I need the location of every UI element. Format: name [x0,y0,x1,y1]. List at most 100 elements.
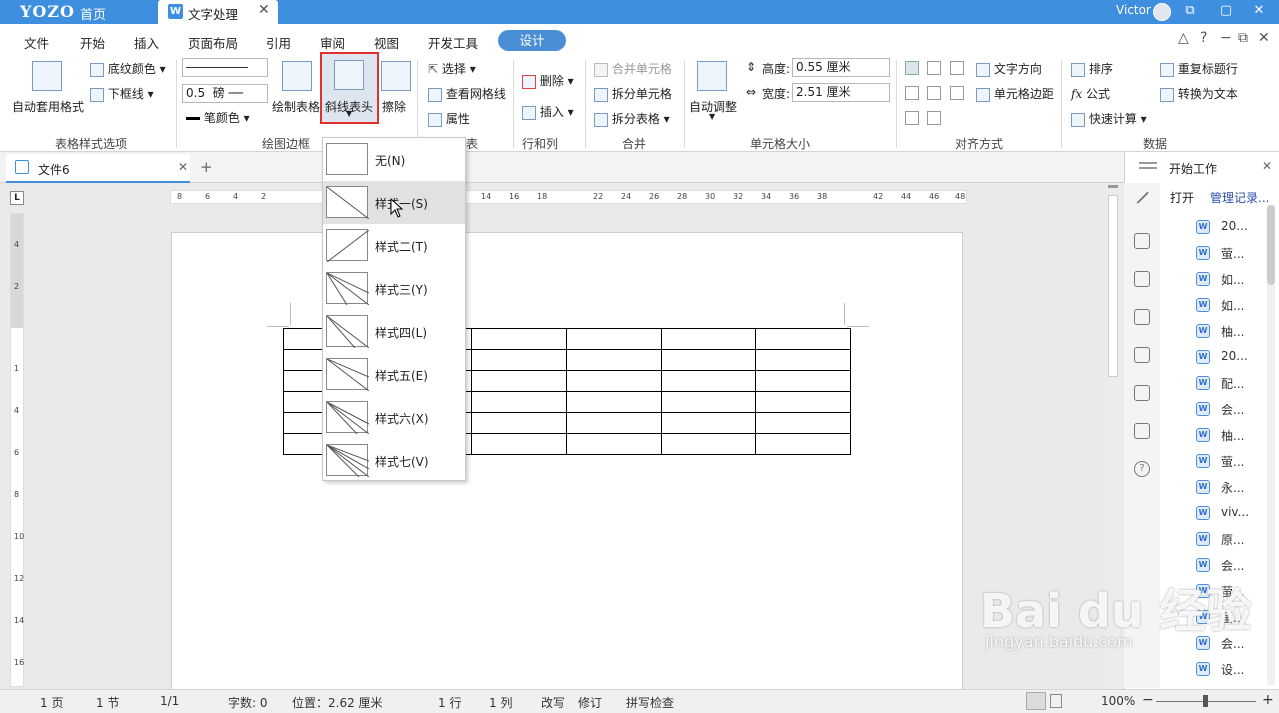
help-icon[interactable]: ? [1200,30,1207,46]
table-cell[interactable] [755,349,851,371]
horizontal-ruler[interactable]: 8 6 4 2 14 16 18 22 24 26 28 30 32 34 36… [170,190,967,204]
user-name[interactable]: Victor [1116,3,1151,17]
document-page[interactable] [171,232,963,692]
table-cell[interactable] [566,328,662,350]
pen-icon[interactable] [1134,189,1150,205]
draw-table-icon[interactable] [282,61,312,91]
convert-to-text-button[interactable]: 转换为文本 [1160,85,1238,102]
insert-button[interactable]: 插入 ▾ [522,103,574,120]
zoom-slider-thumb[interactable] [1203,695,1208,707]
table-style-icon[interactable] [32,61,62,91]
draw-table-button[interactable]: 绘制表格 [272,98,320,115]
recent-file-item[interactable]: W 柚... [1196,323,1244,340]
recent-file-item[interactable]: W 20... [1196,349,1248,364]
table-cell[interactable] [661,433,756,455]
menu-file[interactable]: 文件 [24,33,49,52]
menu-item-none[interactable]: 无(N) [323,138,465,181]
panel-menu-icon[interactable] [1139,162,1157,164]
recent-file-item[interactable]: W 永... [1196,479,1244,496]
merge-cells-button[interactable]: 合并单元格 [594,60,672,77]
recent-file-item[interactable]: W 萤... [1196,453,1244,470]
cell-margin-button[interactable]: 单元格边距 [976,85,1054,102]
table-cell[interactable] [471,391,567,413]
menu-home[interactable]: 开始 [80,33,105,52]
erase-button[interactable]: 擦除 [382,98,406,115]
recent-file-item[interactable]: W 设... [1196,661,1244,678]
height-input[interactable]: 0.55 厘米 [792,58,890,77]
text-direction-button[interactable]: 文字方向 [976,60,1042,77]
table-cell[interactable] [566,349,662,371]
restore-icon[interactable]: ⧉ [1182,3,1198,18]
menu-item-style-6[interactable]: 样式六(X) [323,396,465,439]
formula-button[interactable]: fx 公式 [1071,85,1110,102]
close-window-icon[interactable]: ✕ [1251,3,1267,18]
recent-file-item[interactable]: W 配... [1196,375,1244,392]
quick-calc-button[interactable]: 快速计算 ▾ [1071,110,1147,127]
align-middle-right-icon[interactable] [950,86,964,100]
align-top-center-icon[interactable] [927,61,941,75]
menu-item-style-3[interactable]: 样式三(Y) [323,267,465,310]
table-cell[interactable] [471,433,567,455]
shading-color-button[interactable]: 底纹颜色 ▾ [90,60,166,77]
recent-file-item[interactable]: W 原... [1196,531,1244,548]
tab-stop-selector[interactable]: L [10,191,24,205]
split-cells-button[interactable]: 拆分单元格 [594,85,672,102]
align-top-right-icon[interactable] [950,61,964,75]
collapse-ribbon-icon[interactable]: △ [1178,30,1189,46]
table-cell[interactable] [471,349,567,371]
width-input[interactable]: 2.51 厘米 [792,83,890,102]
align-bottom-center-icon[interactable] [927,111,941,125]
line-width-select[interactable]: 0.5 磅 ── [182,84,268,103]
pen-color-button[interactable]: 笔颜色 ▾ [186,109,250,126]
home-tab[interactable]: 首页 [80,4,106,23]
lock-icon[interactable] [1134,309,1150,325]
open-link[interactable]: 打开 [1170,189,1194,206]
table-cell[interactable] [661,349,756,371]
close-icon[interactable]: ✕ [258,2,270,18]
eraser-icon[interactable] [381,61,411,91]
menu-item-style-5[interactable]: 样式五(E) [323,353,465,396]
panel-scrollbar-thumb[interactable] [1267,205,1275,285]
menu-layout[interactable]: 页面布局 [188,33,238,52]
table-cell[interactable] [755,412,851,434]
menu-developer[interactable]: 开发工具 [428,33,478,52]
recent-file-item[interactable]: W 如... [1196,271,1244,288]
restore-doc-icon[interactable]: ⧉ [1238,30,1248,46]
menu-item-style-4[interactable]: 样式四(L) [323,310,465,353]
auto-format-button[interactable]: 自动套用格式 [12,98,84,115]
align-top-left-icon[interactable] [905,61,919,75]
menu-review[interactable]: 审阅 [320,33,345,52]
properties-button[interactable]: 属性 [428,110,470,127]
panel-scrollbar[interactable] [1267,205,1275,685]
edit-icon[interactable] [1134,423,1150,439]
align-middle-center-icon[interactable] [927,86,941,100]
table-cell[interactable] [471,328,567,350]
table-cell[interactable] [661,391,756,413]
status-revision[interactable]: 修订 [578,694,602,711]
new-tab-button[interactable]: + [200,158,213,176]
delete-button[interactable]: 删除 ▾ [522,72,574,89]
menu-item-style-2[interactable]: 样式二(T) [323,224,465,267]
recent-file-item[interactable]: W 20... [1196,219,1248,234]
scroll-up-mark[interactable] [1108,185,1118,188]
recent-file-item[interactable]: W 萤... [1196,245,1244,262]
table-cell[interactable] [566,412,662,434]
recent-file-item[interactable]: Wviv... [1196,505,1249,520]
bookmark-icon[interactable] [1134,347,1150,363]
close-icon[interactable]: ✕ [178,160,188,174]
recent-file-item[interactable]: W 柚... [1196,427,1244,444]
table-cell[interactable] [566,391,662,413]
menu-view[interactable]: 视图 [374,33,399,52]
sort-button[interactable]: 排序 [1071,60,1113,77]
table-cell[interactable] [755,328,851,350]
zoom-out-button[interactable]: − [1142,692,1154,708]
menu-design[interactable]: 设计 [498,30,566,51]
zoom-in-button[interactable]: + [1262,692,1274,708]
minimize-doc-icon[interactable]: − [1220,30,1232,46]
scrollbar-thumb[interactable] [1108,195,1118,377]
document-tab[interactable]: 文件6 ✕ [6,154,190,183]
avatar[interactable] [1153,3,1171,21]
recent-file-item[interactable]: W 如... [1196,297,1244,314]
web-view-icon[interactable] [1050,694,1062,708]
tab-word-processing[interactable]: W 文字处理 ✕ [158,0,278,24]
